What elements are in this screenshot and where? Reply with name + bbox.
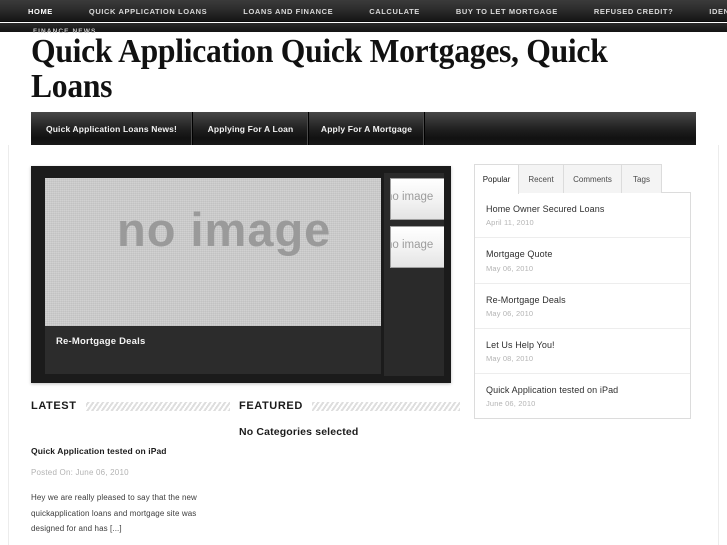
slider-main-slide[interactable]: no image Re-Mortgage Deals: [45, 178, 381, 374]
tab-bar-filler: [662, 164, 691, 193]
sidebar-popular-panel: Home Owner Secured Loans April 11, 2010 …: [474, 193, 691, 420]
post-date: May 06, 2010: [486, 263, 534, 273]
list-item[interactable]: Mortgage Quote May 06, 2010: [475, 238, 690, 284]
tab-comments[interactable]: Comments: [564, 164, 622, 193]
list-item[interactable]: Let Us Help You! May 08, 2010: [475, 329, 690, 374]
hatched-rule-decoration: [85, 401, 230, 411]
nav-item-calculate[interactable]: CALCULATE: [369, 7, 439, 16]
slider-thumbnail-1[interactable]: no image: [390, 178, 444, 220]
list-item[interactable]: Re-Mortgage Deals May 06, 2010: [475, 284, 690, 329]
post-date: April 11, 2010: [486, 218, 534, 228]
section-heading-label: FEATURED: [239, 400, 303, 412]
nav-shadow-strip: [0, 23, 727, 32]
post-title: Mortgage Quote: [486, 249, 553, 260]
post-title: Quick Application tested on iPad: [486, 385, 619, 395]
slider-thumbnail-2[interactable]: no image: [390, 226, 444, 268]
post-title: Re-Mortgage Deals: [486, 294, 566, 305]
nav-item-quick-application-loans[interactable]: QUICK APPLICATION LOANS: [89, 7, 226, 16]
primary-nav-list: HOME QUICK APPLICATION LOANS LOANS AND F…: [0, 0, 727, 22]
tab-popular[interactable]: Popular: [474, 164, 519, 194]
article-excerpt: Hey we are really pleased to say that th…: [31, 493, 197, 534]
hatched-rule-decoration: [311, 401, 460, 411]
subnav-empty-space: [425, 112, 696, 145]
primary-navigation-bar: HOME QUICK APPLICATION LOANS LOANS AND F…: [0, 0, 727, 22]
no-image-placeholder-text: no image: [117, 203, 332, 256]
nav-item-buy-to-let-mortgage[interactable]: BUY TO LET MORTGAGE: [456, 7, 577, 16]
slider-main-image: no image: [45, 178, 381, 326]
featured-slider: no image Re-Mortgage Deals no image no i…: [31, 166, 451, 383]
section-heading-label: LATEST: [31, 400, 77, 412]
nav-item-loans-and-finance[interactable]: LOANS AND FINANCE: [243, 7, 352, 16]
subnav-item-apply-for-a-mortgage[interactable]: Apply For A Mortgage: [309, 112, 425, 145]
post-date: May 06, 2010: [486, 308, 534, 318]
subnav-item-applying-for-a-loan[interactable]: Applying For A Loan: [193, 112, 309, 145]
list-item[interactable]: Quick Application tested on iPad June 06…: [475, 374, 690, 418]
slider-thumbnail-strip: no image no image: [384, 173, 444, 376]
list-item[interactable]: Home Owner Secured Loans April 11, 2010: [475, 193, 690, 239]
section-heading-latest: LATEST: [31, 399, 230, 413]
page-title: Quick Application Quick Mortgages, Quick…: [31, 33, 608, 105]
nav-item-home[interactable]: HOME: [28, 7, 72, 16]
post-title: Let Us Help You!: [486, 339, 555, 350]
tab-recent[interactable]: Recent: [519, 164, 564, 193]
featured-empty-message: No Categories selected: [239, 426, 359, 438]
nav-item-refused-credit[interactable]: REFUSED CREDIT?: [594, 7, 692, 16]
subnav-item-news[interactable]: Quick Application Loans News!: [31, 112, 193, 145]
nav-item-identity-fraud[interactable]: IDENTITY FRAUD: [709, 7, 727, 16]
latest-article: Quick Application tested on iPad Posted …: [31, 446, 227, 537]
secondary-navigation-bar: Quick Application Loans News! Applying F…: [31, 112, 696, 145]
tab-tags[interactable]: Tags: [622, 164, 662, 193]
sidebar-widget: Popular Recent Comments Tags Home Owner …: [474, 164, 691, 420]
section-heading-featured: FEATURED: [239, 399, 460, 413]
post-date: June 06, 2010: [486, 399, 536, 409]
thumbnail-no-image-text: no image: [390, 191, 434, 203]
post-title: Home Owner Secured Loans: [486, 204, 605, 214]
article-posted-date: Posted On: June 06, 2010: [31, 468, 129, 477]
sidebar-tab-list: Popular Recent Comments Tags: [474, 164, 691, 194]
article-title[interactable]: Quick Application tested on iPad: [31, 446, 227, 456]
post-date: May 08, 2010: [486, 354, 534, 363]
slider-caption: Re-Mortgage Deals: [56, 336, 146, 347]
thumbnail-no-image-text: no image: [390, 239, 434, 251]
